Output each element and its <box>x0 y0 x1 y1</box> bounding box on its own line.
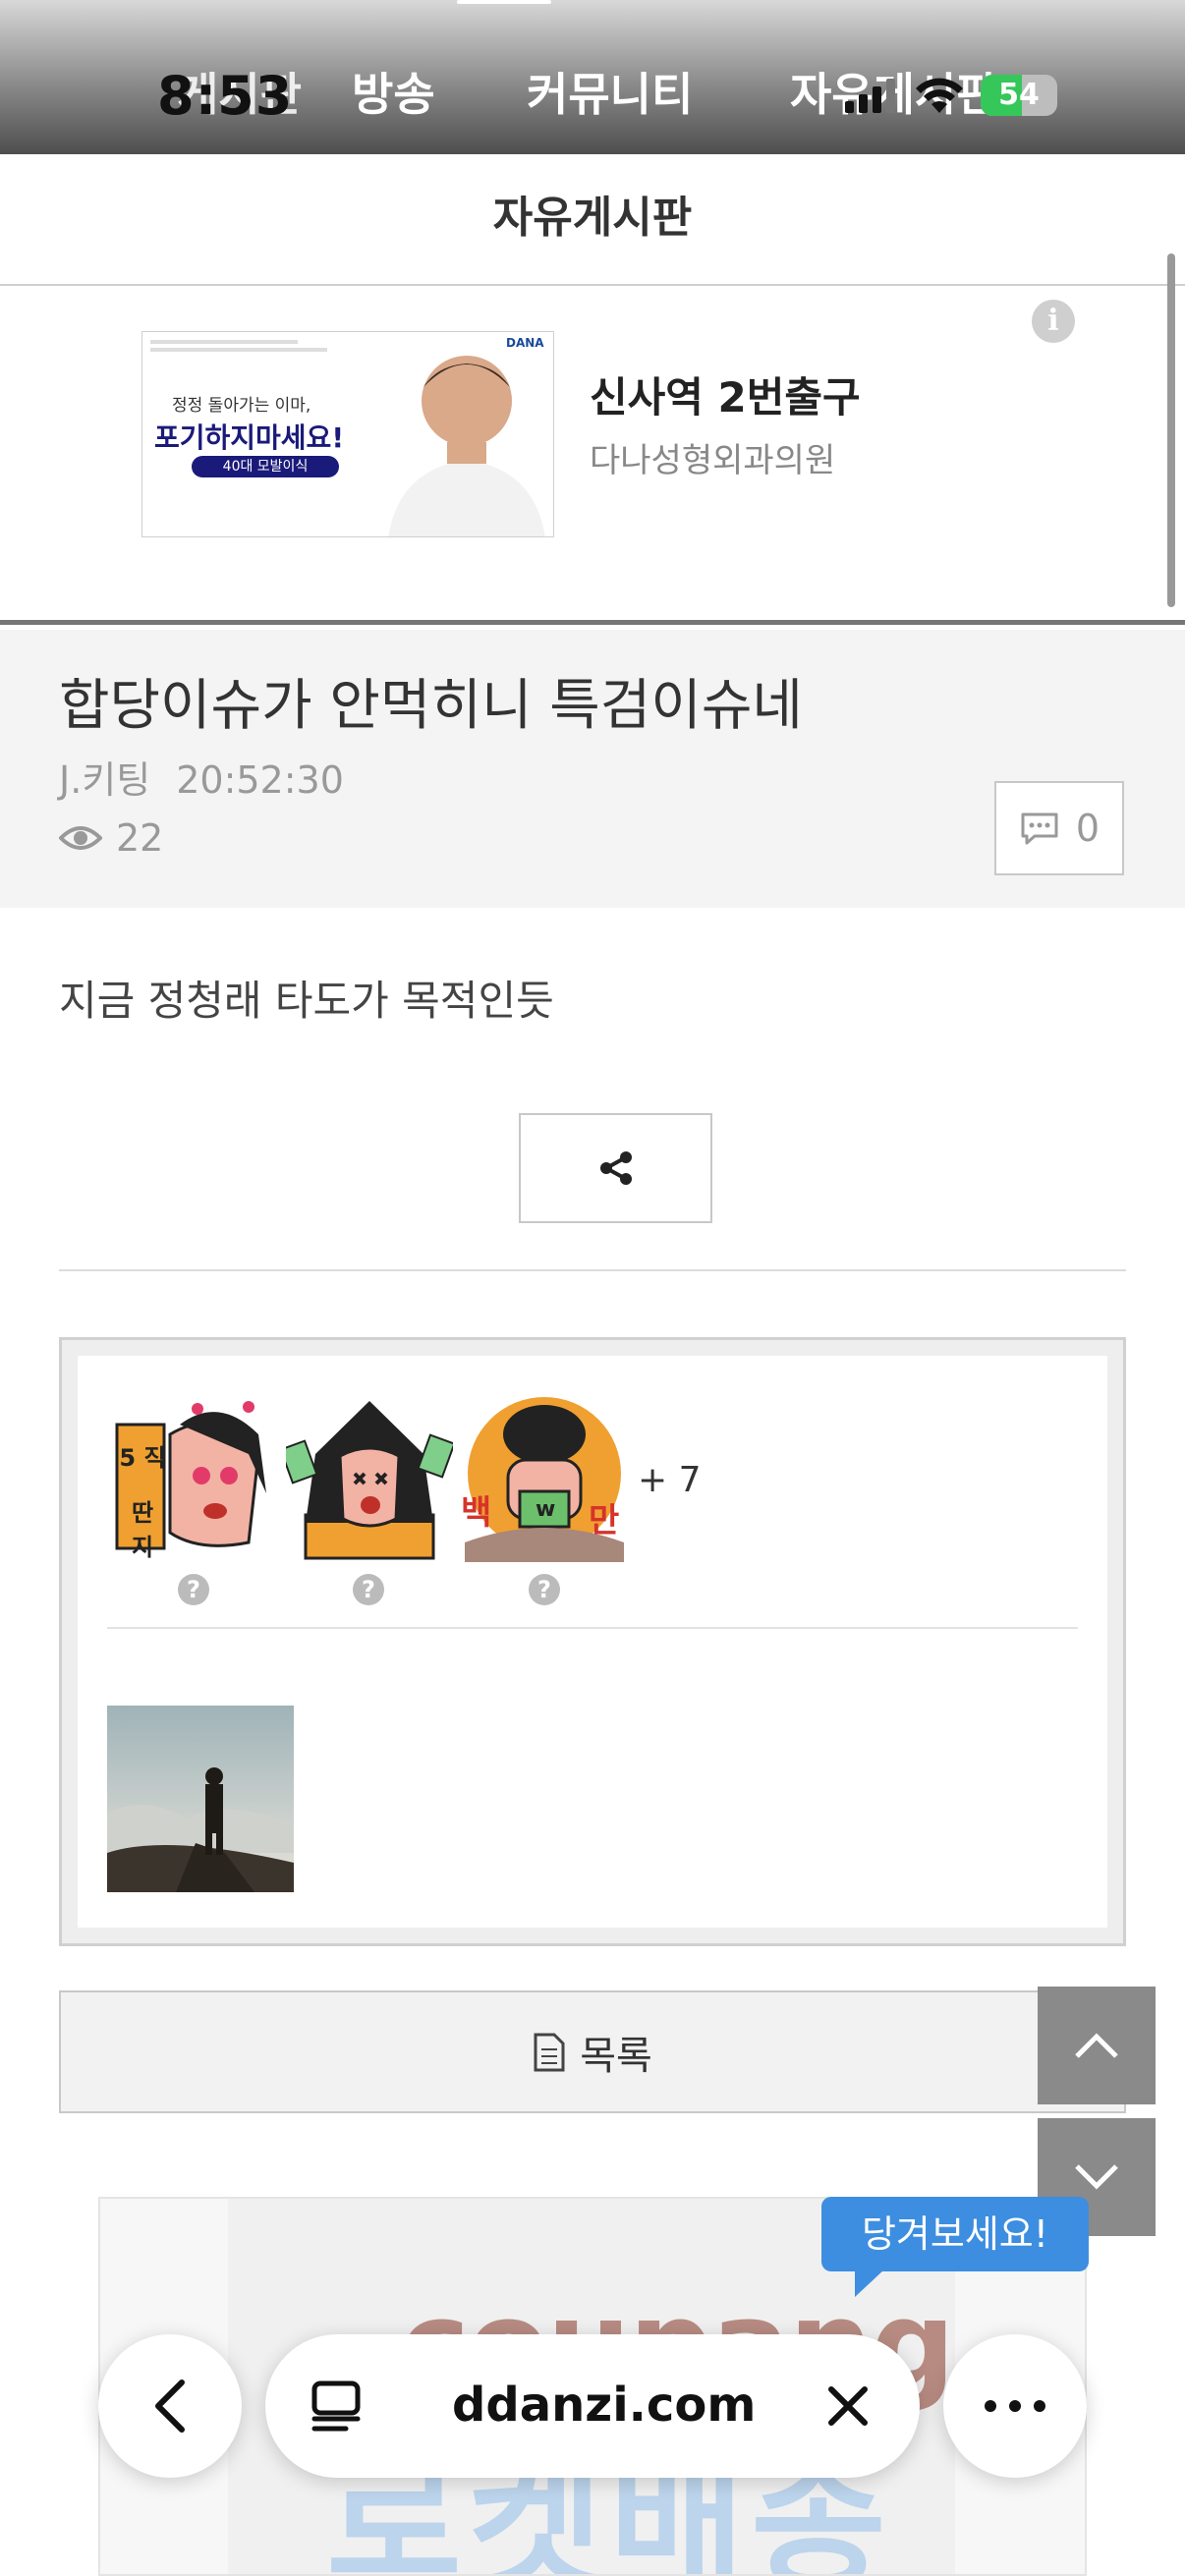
wifi-icon <box>916 78 963 113</box>
list-button-label: 목록 <box>580 2033 652 2079</box>
close-icon[interactable] <box>827 2385 869 2427</box>
ad-title[interactable]: 신사역 2번출구 <box>590 364 861 424</box>
back-button[interactable] <box>98 2334 242 2478</box>
help-icon[interactable]: ? <box>529 1574 560 1605</box>
post-views: 22 <box>59 816 163 860</box>
ad-image-tag: 40대 모발이식 <box>192 456 339 477</box>
sticker-label-top: 5 직 <box>119 1444 166 1472</box>
sticker-jikttanji[interactable]: 5 직 딴 지 <box>111 1395 278 1562</box>
reader-mode-icon[interactable] <box>310 2380 362 2433</box>
pull-bubble[interactable]: 당겨보세요! <box>821 2197 1089 2297</box>
ad-image[interactable]: 정정 돌아가는 이마, 포기하지마세요! 40대 모발이식 DANA <box>141 331 554 537</box>
reaction-panel: 5 직 딴 지 백 w 만 + 7 ? ? ? <box>59 1337 1126 1946</box>
notch-indicator <box>457 0 551 4</box>
battery-percent: 54 <box>998 78 1040 112</box>
comment-count: 0 <box>1075 807 1100 850</box>
ad-image-caption: 정정 돌아가는 이마, <box>172 396 311 416</box>
chevron-up-icon <box>1075 2033 1118 2058</box>
comment-icon <box>1021 812 1058 845</box>
status-time: 8:53 <box>157 65 294 127</box>
post-time: 20:52:30 <box>176 758 344 802</box>
reaction-user-thumbnail[interactable] <box>107 1706 294 1892</box>
top-navigation: 게시판 방송 커뮤니티 자유게시판 8:53 54 <box>0 0 1185 154</box>
document-icon <box>534 2033 565 2071</box>
url-text[interactable]: ddanzi.com <box>452 2378 756 2433</box>
info-icon[interactable]: i <box>1032 300 1075 343</box>
post-header: 합당이슈가 안먹히니 특검이슈네 J.키팅 20:52:30 22 0 <box>0 630 1185 908</box>
ad-advertiser: 다나성형외과의원 <box>590 441 836 480</box>
sticker-money[interactable] <box>279 1395 456 1562</box>
tab-broadcast[interactable]: 방송 <box>352 59 435 124</box>
share-icon <box>599 1151 632 1185</box>
battery-icon: 54 <box>981 75 1057 116</box>
list-button[interactable]: 목록 <box>59 1990 1126 2113</box>
scrollbar[interactable] <box>1167 253 1175 607</box>
chevron-left-icon <box>155 2380 185 2433</box>
post-author[interactable]: J.키팅 <box>59 758 150 802</box>
sticker-label-left: 백 <box>461 1493 492 1533</box>
sticker-label-bottom: 딴 지 <box>131 1499 154 1561</box>
more-icon <box>985 2400 1045 2412</box>
views-count: 22 <box>116 816 164 860</box>
ad-image-headline: 포기하지마세요! <box>154 421 345 454</box>
post-meta: J.키팅 20:52:30 <box>59 750 344 804</box>
post-body: 지금 정청래 타도가 목적인듯 <box>59 977 554 1025</box>
ad-banner[interactable]: i 정정 돌아가는 이마, 포기하지마세요! 40대 모발이식 DANA 신사역… <box>0 286 1185 625</box>
comment-button[interactable]: 0 <box>994 781 1124 875</box>
more-reactions-count[interactable]: + 7 <box>638 1460 702 1500</box>
tab-community[interactable]: 커뮤니티 <box>527 59 693 124</box>
page-title: 자유게시판 <box>0 154 1185 286</box>
scroll-top-button[interactable] <box>1038 1987 1156 2104</box>
address-bar[interactable]: ddanzi.com <box>265 2334 920 2478</box>
reaction-divider <box>107 1627 1078 1629</box>
ad-image-brand: DANA <box>506 336 544 350</box>
help-icon[interactable]: ? <box>178 1574 209 1605</box>
eye-icon <box>59 826 102 850</box>
cellular-signal-icon <box>845 79 895 113</box>
chevron-down-icon <box>1075 2164 1118 2190</box>
sticker-label-right: 만 <box>589 1501 620 1540</box>
share-button[interactable] <box>519 1113 712 1223</box>
post-title: 합당이슈가 안먹히니 특검이슈네 <box>59 674 803 738</box>
status-icons: 54 <box>845 71 1057 120</box>
help-icon[interactable]: ? <box>353 1574 384 1605</box>
sticker-label-center: w <box>536 1497 556 1522</box>
more-options-button[interactable] <box>943 2334 1087 2478</box>
sticker-baekman[interactable]: 백 w 만 <box>461 1395 628 1562</box>
divider <box>59 1269 1126 1271</box>
